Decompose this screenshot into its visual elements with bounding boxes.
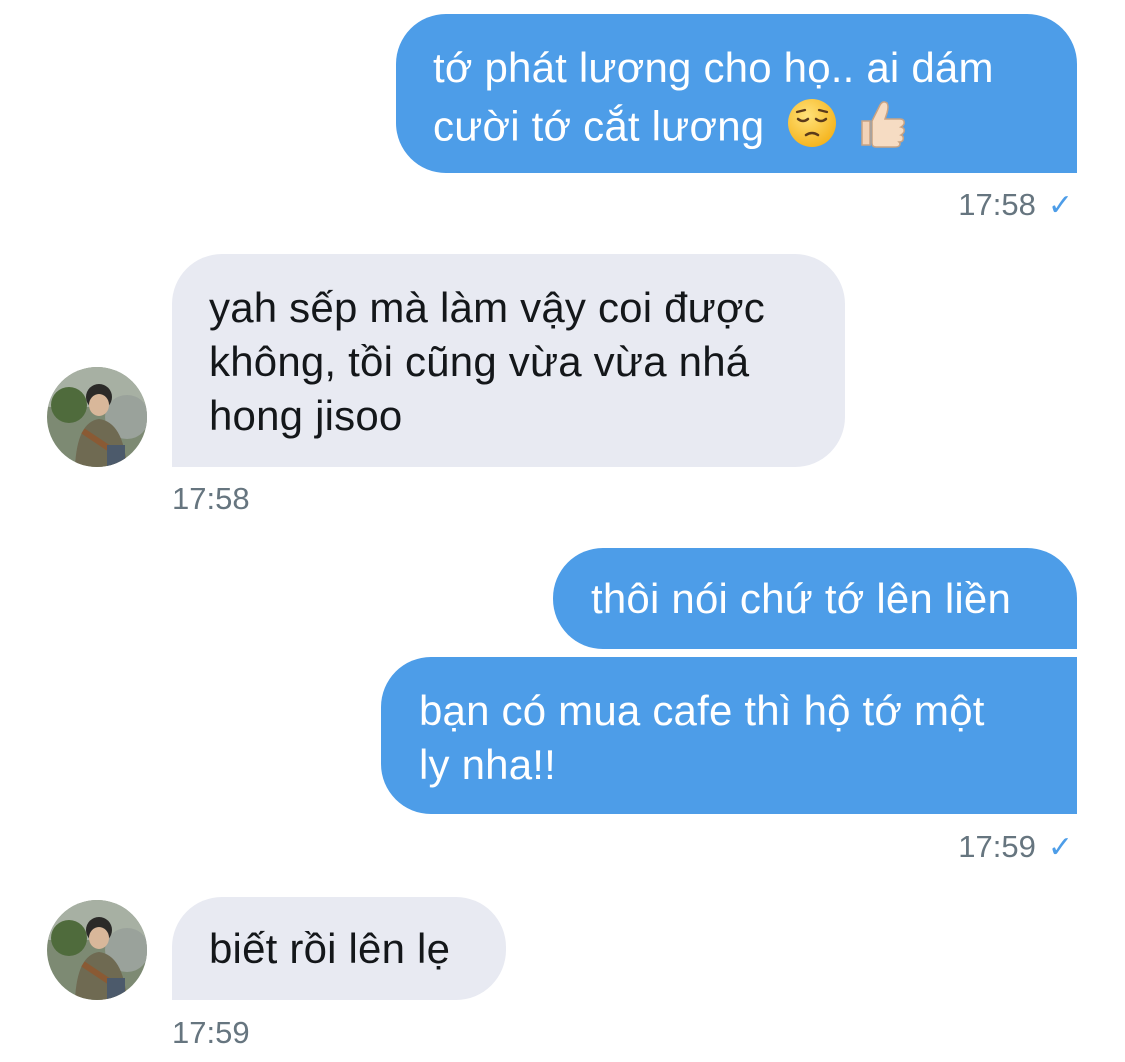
message-text: không, tồi cũng vừa vừa nhá <box>209 338 750 385</box>
timestamp: 17:59 <box>172 1015 250 1050</box>
message-bubble-outgoing[interactable]: thôi nói chứ tớ lên liền <box>553 548 1077 649</box>
message-text: biết rồi lên lẹ <box>209 925 451 972</box>
message-text: yah sếp mà làm vậy coi được <box>209 284 765 331</box>
avatar[interactable] <box>47 900 147 1000</box>
message-bubble-outgoing[interactable]: tớ phát lương cho họ.. ai dám cười tớ cắ… <box>396 14 1077 173</box>
message-text: thôi nói chứ tớ lên liền <box>591 575 1012 622</box>
message-text: tớ phát lương cho họ.. ai dám <box>433 44 994 91</box>
message-text: hong jisoo <box>209 392 403 439</box>
message-bubble-incoming[interactable]: yah sếp mà làm vậy coi được không, tồi c… <box>172 254 845 467</box>
message-bubble-outgoing[interactable]: bạn có mua cafe thì hộ tớ một ly nha!! <box>381 657 1077 814</box>
timestamp: 17:58 <box>958 187 1036 222</box>
message-text: ly nha!! <box>419 741 557 788</box>
avatar[interactable] <box>47 367 147 467</box>
message-bubble-incoming[interactable]: biết rồi lên lẹ <box>172 897 506 1000</box>
message-text-line: cười tớ cắt lương <box>433 102 765 150</box>
timestamp: 17:59 <box>958 829 1036 864</box>
pensive-face-icon <box>786 97 838 162</box>
timestamp: 17:58 <box>172 481 250 516</box>
message-meta: 17:59 ✓ <box>958 829 1073 866</box>
message-text: cười tớ cắt lương <box>433 95 1047 164</box>
sent-checkmark-icon: ✓ <box>1047 189 1073 222</box>
thumbs-up-icon <box>854 95 910 164</box>
sent-checkmark-icon: ✓ <box>1047 831 1073 864</box>
message-text: bạn có mua cafe thì hộ tớ một <box>419 687 985 734</box>
message-meta: 17:58 ✓ <box>958 187 1073 224</box>
